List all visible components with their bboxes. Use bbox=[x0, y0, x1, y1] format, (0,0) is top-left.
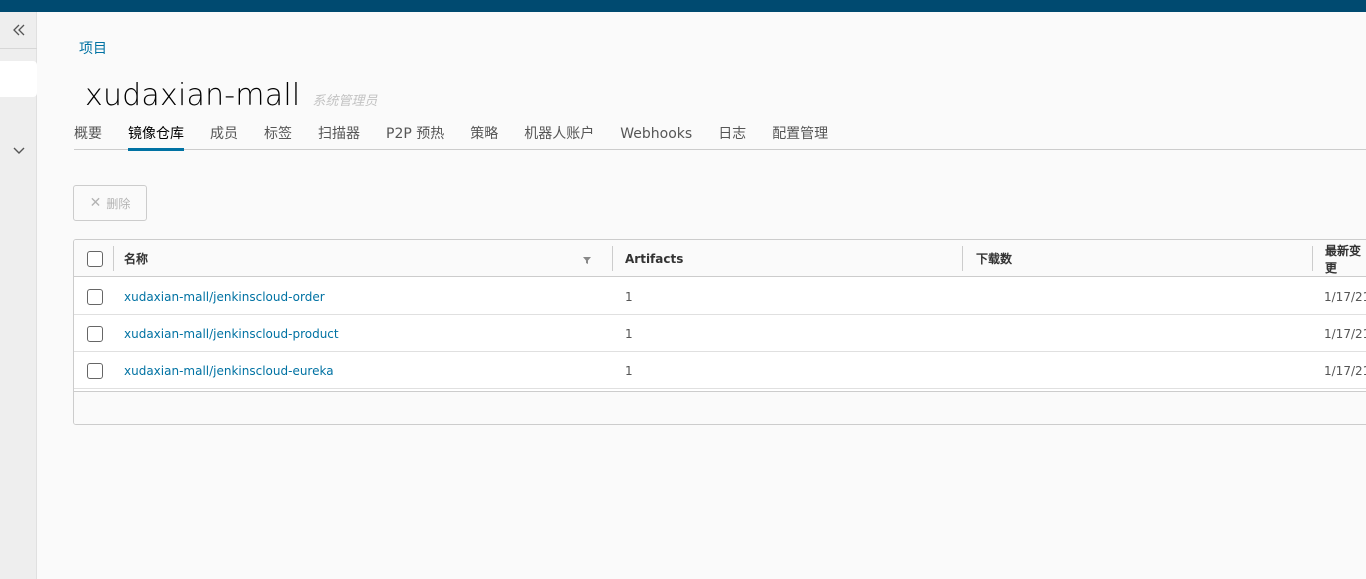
repository-link[interactable]: xudaxian-mall/jenkinscloud-product bbox=[124, 327, 339, 341]
role-label: 系统管理员 bbox=[312, 94, 378, 109]
tab-policy[interactable]: 策略 bbox=[470, 124, 498, 150]
tab-p2p-preheat[interactable]: P2P 预热 bbox=[386, 124, 444, 150]
row-checkbox[interactable] bbox=[87, 325, 103, 342]
page-title: xudaxian-mall bbox=[85, 78, 301, 113]
updated-time: 1/17/21, bbox=[1324, 289, 1366, 304]
column-separator bbox=[113, 246, 114, 271]
table-footer bbox=[74, 391, 1366, 424]
artifacts-count: 1 bbox=[625, 326, 633, 341]
close-icon: ✕ bbox=[89, 195, 102, 211]
table-row: xudaxian-mall/jenkinscloud-product 1 1/1… bbox=[74, 315, 1366, 352]
delete-button-label: 删除 bbox=[106, 196, 131, 211]
side-nav bbox=[0, 12, 37, 579]
column-header-artifacts[interactable]: Artifacts bbox=[625, 252, 683, 266]
column-separator bbox=[962, 246, 963, 271]
breadcrumb[interactable]: 项目 bbox=[79, 38, 107, 58]
side-nav-expand-button[interactable] bbox=[0, 140, 37, 162]
updated-time: 1/17/21, bbox=[1324, 326, 1366, 341]
select-all-checkbox[interactable] bbox=[87, 250, 103, 267]
repository-link[interactable]: xudaxian-mall/jenkinscloud-order bbox=[124, 290, 325, 304]
header-bar bbox=[0, 0, 1366, 12]
tab-summary[interactable]: 概要 bbox=[74, 124, 102, 150]
column-separator bbox=[1312, 246, 1313, 271]
artifacts-count: 1 bbox=[625, 289, 633, 304]
tab-robot-accounts[interactable]: 机器人账户 bbox=[524, 124, 594, 150]
row-checkbox[interactable] bbox=[87, 362, 103, 379]
filter-icon[interactable] bbox=[582, 255, 592, 265]
tab-logs[interactable]: 日志 bbox=[718, 124, 746, 150]
table-header: 名称 Artifacts 下载数 最新变更 bbox=[74, 240, 1366, 277]
tab-webhooks[interactable]: Webhooks bbox=[620, 124, 692, 150]
column-header-updated[interactable]: 最新变更 bbox=[1325, 242, 1366, 276]
updated-time: 1/17/21, bbox=[1324, 363, 1366, 378]
column-header-pulls[interactable]: 下载数 bbox=[976, 250, 1012, 267]
collapse-nav-button[interactable] bbox=[0, 12, 37, 49]
page-title-row: xudaxian-mall 系统管理员 bbox=[85, 78, 377, 113]
side-nav-active-item[interactable] bbox=[0, 61, 37, 97]
chevron-down-icon bbox=[13, 147, 24, 154]
column-separator bbox=[612, 246, 613, 271]
table-row: xudaxian-mall/jenkinscloud-eureka 1 1/17… bbox=[74, 352, 1366, 389]
column-header-name[interactable]: 名称 bbox=[124, 250, 148, 267]
artifacts-count: 1 bbox=[625, 363, 633, 378]
double-chevron-left-icon bbox=[12, 24, 24, 36]
project-tabs: 概要 镜像仓库 成员 标签 扫描器 P2P 预热 策略 机器人账户 Webhoo… bbox=[74, 124, 1366, 151]
tab-configuration[interactable]: 配置管理 bbox=[772, 124, 828, 150]
repository-link[interactable]: xudaxian-mall/jenkinscloud-eureka bbox=[124, 364, 334, 378]
delete-button[interactable]: ✕ 删除 bbox=[73, 185, 147, 221]
tab-repositories[interactable]: 镜像仓库 bbox=[128, 124, 184, 151]
table-row: xudaxian-mall/jenkinscloud-order 1 1/17/… bbox=[74, 278, 1366, 315]
row-checkbox[interactable] bbox=[87, 288, 103, 305]
tab-scanner[interactable]: 扫描器 bbox=[318, 124, 360, 150]
tab-members[interactable]: 成员 bbox=[210, 124, 238, 150]
tab-labels[interactable]: 标签 bbox=[264, 124, 292, 150]
repository-table: 名称 Artifacts 下载数 最新变更 xudaxian-mall/jenk… bbox=[73, 239, 1366, 425]
